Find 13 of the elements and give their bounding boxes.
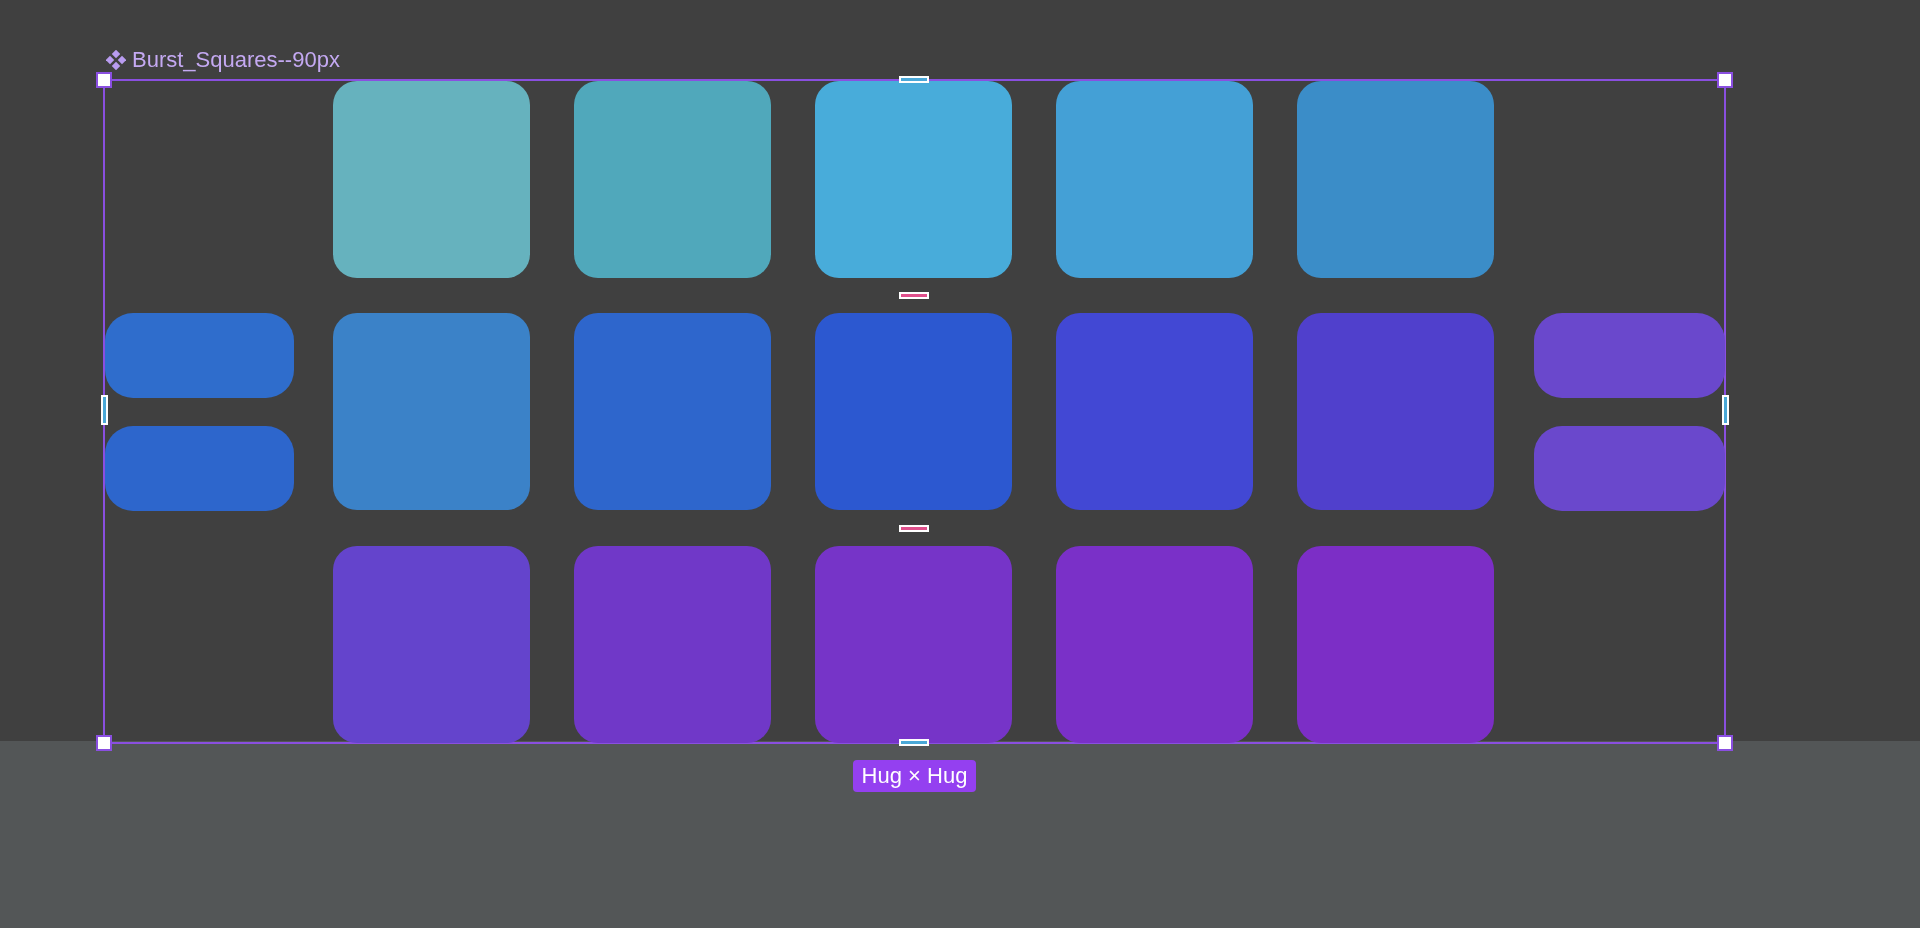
frame-name[interactable]: Burst_Squares--90px <box>132 49 340 71</box>
padding-handle[interactable] <box>899 76 929 83</box>
resize-handle[interactable] <box>1717 72 1733 88</box>
padding-handle[interactable] <box>101 395 108 425</box>
gap-handle[interactable] <box>899 525 929 532</box>
resize-handle[interactable] <box>96 735 112 751</box>
gap-handle[interactable] <box>899 292 929 299</box>
padding-handle[interactable] <box>1722 395 1729 425</box>
size-badge[interactable]: Hug × Hug <box>852 760 977 792</box>
component-icon <box>106 50 126 70</box>
padding-handle[interactable] <box>899 739 929 746</box>
resize-handle[interactable] <box>1717 735 1733 751</box>
resize-handle[interactable] <box>96 72 112 88</box>
